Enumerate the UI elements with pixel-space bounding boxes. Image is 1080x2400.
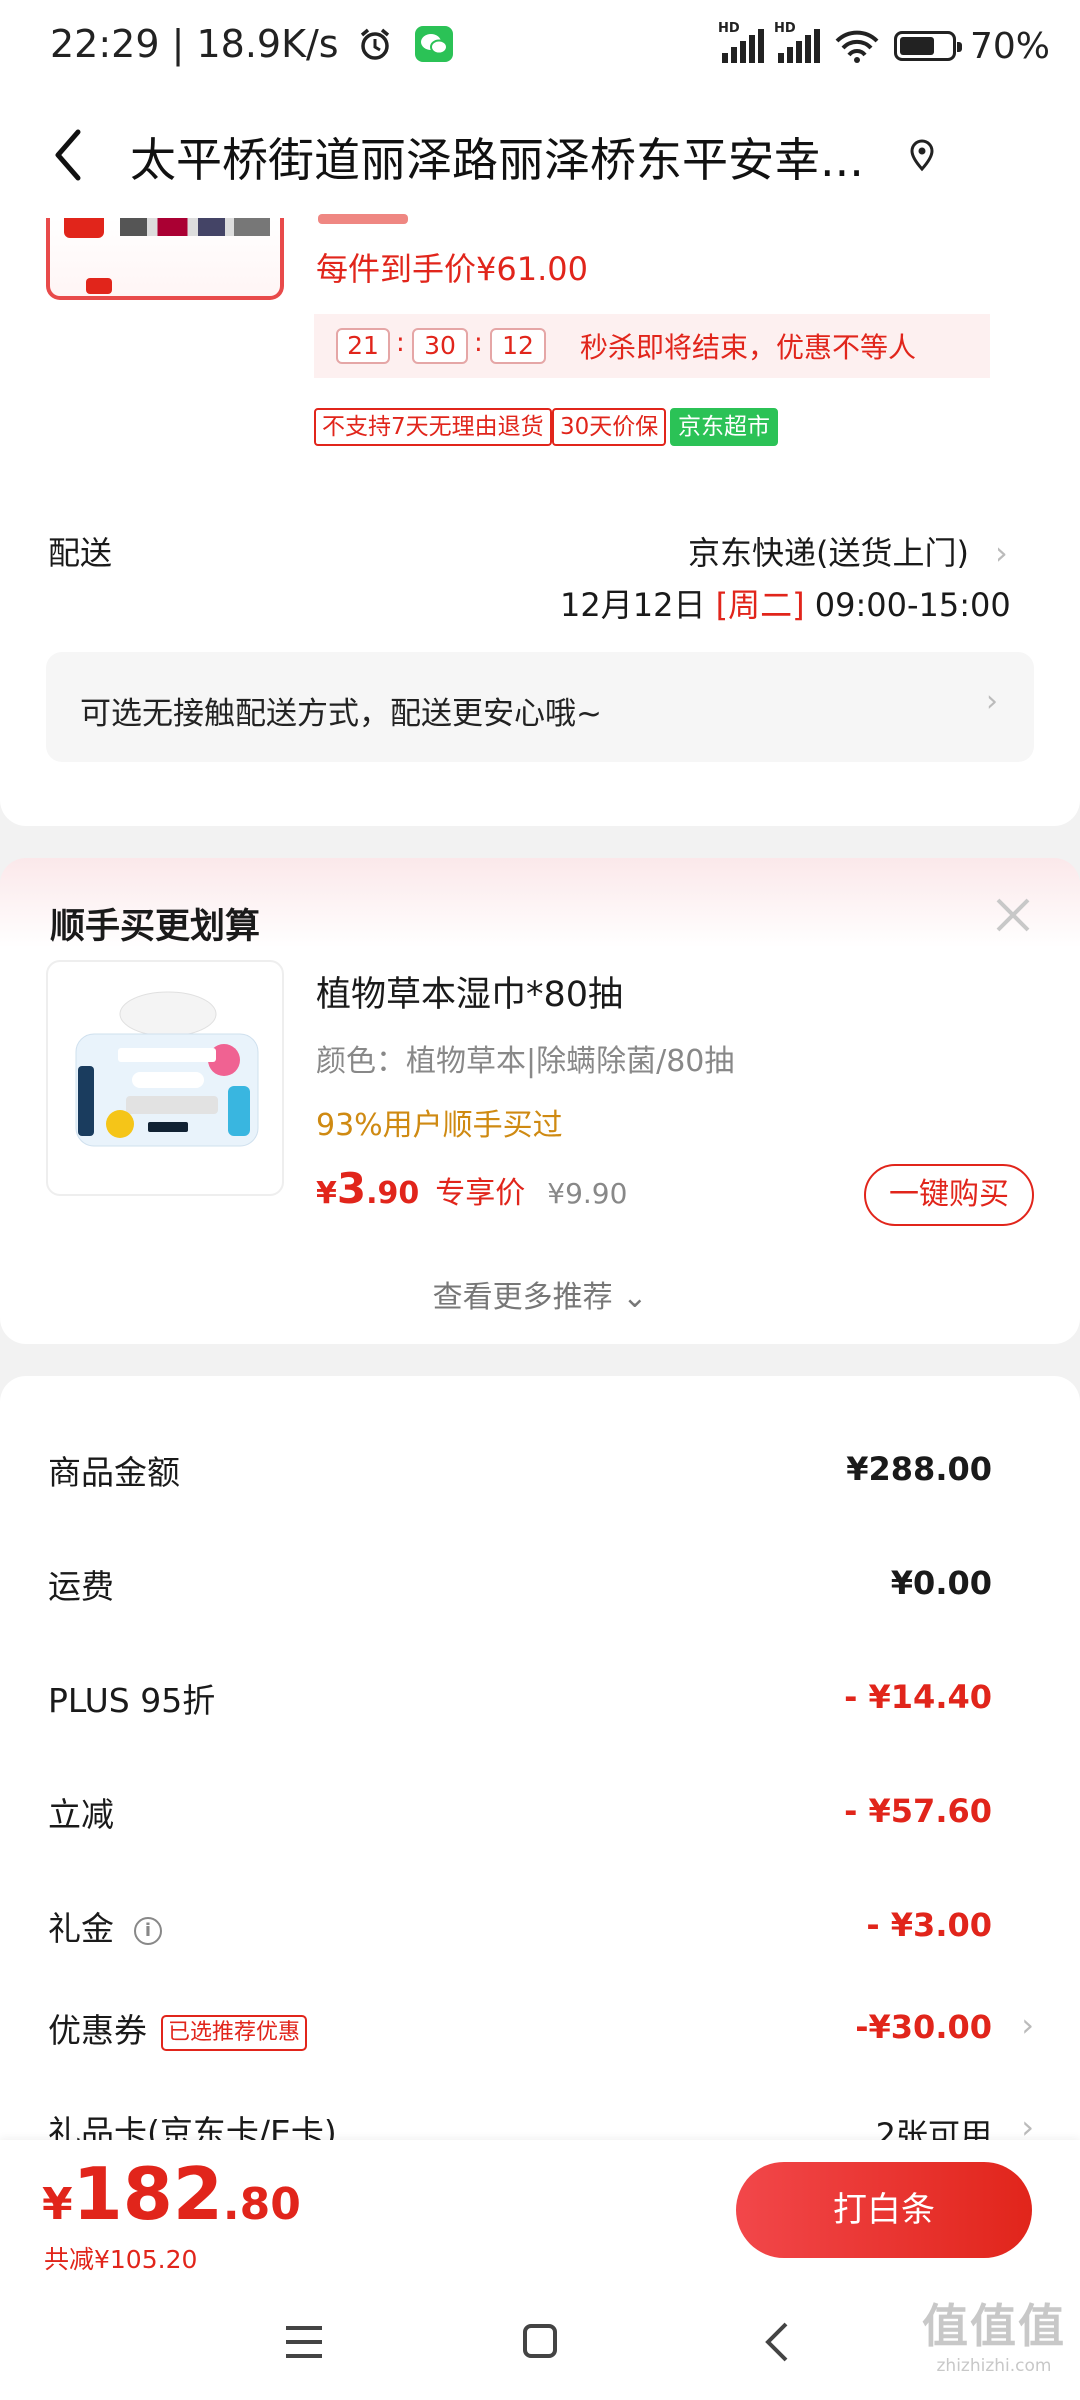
flash-sale-text: 秒杀即将结束，优惠不等人 [580, 331, 917, 364]
delivery-date: 12月12日 [560, 586, 706, 624]
summary-value: - ¥57.60 [844, 1792, 992, 1830]
tag-price-protect: 30天价保 [552, 408, 667, 446]
total-symbol: ¥ [42, 2179, 73, 2230]
close-icon[interactable] [994, 896, 1032, 934]
checkout-bar: ¥182.80 共减¥105.20 打白条 [0, 2140, 1080, 2280]
recommend-price: ¥3.90 专享价 ¥9.90 [316, 1164, 627, 1213]
chevron-right-icon: › [994, 534, 1008, 572]
alarm-icon [360, 28, 389, 60]
chevron-right-icon: › [986, 684, 998, 719]
watermark-url: zhizhizhi.com [936, 2356, 1052, 2376]
recommend-variant: 颜色：植物草本|除螨除菌/80抽 [316, 1044, 735, 1079]
system-nav-bar: 值值值 zhizhizhi.com [0, 2280, 1080, 2400]
total-integer: 182 [72, 2152, 223, 2236]
wifi-icon [835, 30, 879, 63]
home-icon[interactable] [522, 2322, 558, 2360]
countdown-hours: 21 [336, 328, 390, 364]
one-click-buy-button[interactable]: 一键购买 [864, 1164, 1034, 1226]
signal-icon-2: HD [774, 21, 820, 63]
chevron-right-icon: › [1021, 2006, 1034, 2044]
total-saved: 共减¥105.20 [44, 2245, 198, 2274]
countdown-colon: : [396, 328, 405, 358]
summary-label-with-info: 礼金 i [48, 1902, 162, 1950]
price-symbol: ¥ [316, 1176, 337, 1211]
status-icons: HD HD 70% [718, 21, 1050, 68]
back-icon[interactable] [762, 2320, 792, 2364]
wipes-package-image [75, 991, 259, 1147]
battery-percent: 70% [969, 25, 1050, 67]
summary-value: ¥288.00 [846, 1450, 992, 1488]
summary-row-coupon[interactable]: 优惠券 已选推荐优惠 -¥30.00 › [0, 2004, 1080, 2064]
wechat-icon [414, 26, 453, 62]
total-decimal: .80 [222, 2179, 301, 2230]
thumbnail-red-block [64, 218, 104, 238]
recommend-product-name[interactable]: 植物草本湿巾*80抽 [316, 966, 623, 1017]
header: 太平桥街道丽泽路丽泽桥东平安幸... [0, 90, 1080, 218]
status-time: 22:29 | 18.9K/s [50, 22, 453, 66]
summary-label: 礼金 [48, 1909, 114, 1948]
product-thumbnail[interactable] [46, 218, 284, 300]
recommend-product-image[interactable] [46, 960, 284, 1196]
countdown-colon: : [474, 328, 483, 358]
see-more-recommendations[interactable]: 查看更多推荐 ⌄ [0, 1272, 1080, 1316]
watermark: 值值值 zhizhizhi.com [922, 2290, 1066, 2376]
thumbnail-images [120, 218, 270, 236]
price-cut-off [318, 214, 408, 224]
back-arrow-icon[interactable] [40, 120, 100, 190]
summary-label: 商品金额 [48, 1453, 180, 1492]
summary-label: 立减 [48, 1795, 114, 1834]
thumbnail-bow [86, 278, 112, 294]
summary-value: - ¥14.40 [844, 1678, 992, 1716]
coupon-tag: 已选推荐优惠 [161, 2014, 308, 2051]
countdown-seconds: 12 [490, 328, 546, 364]
contactless-text: 可选无接触配送方式，配送更安心哦~ [80, 696, 602, 732]
summary-value: - ¥3.00 [866, 1906, 992, 1944]
exclusive-price-label: 专享价 [435, 1176, 526, 1211]
original-price: ¥9.90 [547, 1177, 628, 1210]
recommend-purchase-rate: 93%用户顺手买过 [316, 1108, 563, 1143]
summary-label-with-tag: 优惠券 已选推荐优惠 [48, 2004, 308, 2052]
unit-price: 每件到手价¥61.00 [316, 250, 588, 288]
summary-row-goods: 商品金额 ¥288.00 [0, 1446, 1080, 1506]
tag-jd-supermarket: 京东超市 [670, 408, 778, 446]
countdown-minutes: 30 [412, 328, 468, 364]
recommend-title: 顺手买更划算 [50, 907, 261, 947]
delivery-method[interactable]: 京东快递(送货上门) › [688, 528, 1008, 574]
recommend-card: 顺手买更划算 植物草本湿巾*80抽 颜色：植物草本|除螨除菌/80抽 93%用户… [0, 858, 1080, 1344]
total-price: ¥182.80 [42, 2152, 301, 2236]
delivery-hours: 09:00-15:00 [814, 586, 1011, 624]
contactless-delivery-option[interactable]: 可选无接触配送方式，配送更安心哦~ › [46, 652, 1034, 762]
summary-row-plus: PLUS 95折 - ¥14.40 [0, 1674, 1080, 1734]
delivery-method-text: 京东快递(送货上门) [688, 534, 969, 572]
location-pin-icon[interactable] [908, 138, 936, 172]
delivery-time[interactable]: 12月12日 [周二] 09:00-15:00 [560, 580, 1011, 626]
summary-value: ¥0.00 [890, 1564, 992, 1602]
price-integer: 3 [336, 1164, 367, 1213]
status-time-text: 22:29 | 18.9K/s [50, 22, 339, 66]
summary-label: 运费 [48, 1567, 114, 1606]
summary-row-instant-discount: 立减 - ¥57.60 [0, 1788, 1080, 1848]
pay-with-baitiao-button[interactable]: 打白条 [736, 2162, 1032, 2258]
menu-icon[interactable] [284, 2324, 324, 2360]
battery-icon [893, 31, 962, 61]
summary-row-gift-money: 礼金 i - ¥3.00 [0, 1902, 1080, 1962]
info-icon[interactable]: i [134, 1916, 162, 1945]
order-product-card: 每件到手价¥61.00 21 : 30 : 12 秒杀即将结束，优惠不等人 不支… [0, 214, 1080, 826]
summary-value: -¥30.00 [855, 2008, 992, 2046]
signal-icon: HD [718, 21, 764, 63]
tag-no-return: 不支持7天无理由退货 [314, 408, 552, 446]
delivery-weekday: [周二] [715, 586, 805, 624]
summary-label: PLUS 95折 [48, 1681, 216, 1720]
summary-label: 优惠券 [48, 2011, 147, 2050]
price-decimal: .90 [366, 1176, 420, 1211]
flash-sale-bar: 21 : 30 : 12 秒杀即将结束，优惠不等人 [314, 314, 990, 378]
status-bar: 22:29 | 18.9K/s HD HD 70% [0, 0, 1080, 90]
delivery-label: 配送 [48, 534, 113, 572]
delivery-address[interactable]: 太平桥街道丽泽路丽泽桥东平安幸... [130, 124, 864, 190]
summary-row-shipping: 运费 ¥0.00 [0, 1560, 1080, 1620]
watermark-logo: 值值值 [922, 2299, 1066, 2353]
